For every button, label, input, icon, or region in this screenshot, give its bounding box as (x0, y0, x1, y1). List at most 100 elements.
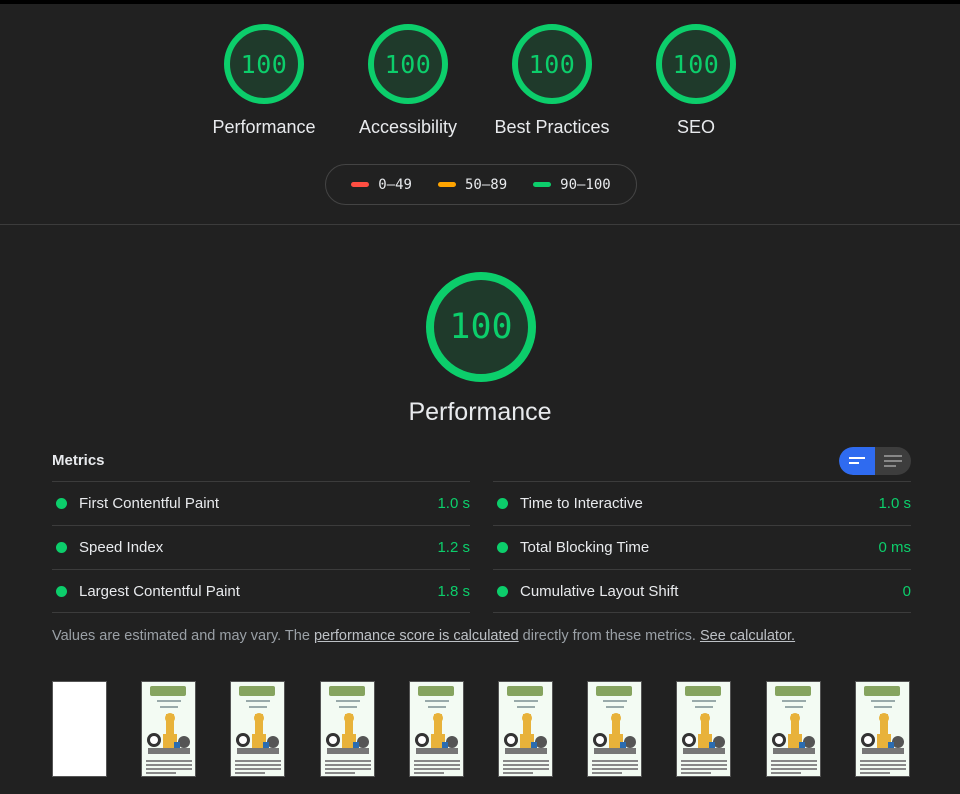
thumb-text (860, 764, 906, 766)
gauge-performance[interactable]: 100 Performance (192, 24, 336, 138)
see-calculator-link[interactable]: See calculator. (700, 628, 795, 644)
thumb-text (860, 772, 890, 774)
legend-swatch-orange (437, 182, 456, 187)
score-value: 100 (384, 49, 432, 79)
score-legend: 0–49 50–89 90–100 (325, 164, 637, 205)
filmstrip-frame (498, 681, 553, 777)
metric-tbt: Total Blocking Time 0 ms (493, 525, 911, 569)
thumb-text (235, 772, 265, 774)
thumb-text (503, 768, 549, 770)
collapsed-view-button[interactable] (839, 447, 875, 475)
thumb-logo (239, 686, 275, 696)
metrics-table: First Contentful Paint 1.0 s Time to Inte… (52, 481, 911, 613)
score-ring: 100 (368, 24, 448, 104)
thumb-logo (596, 686, 632, 696)
thumb-nav (603, 700, 627, 702)
page-thumbnail (767, 682, 820, 776)
thumb-text (325, 764, 371, 766)
thumb-nav (514, 700, 538, 702)
thumb-logo (418, 686, 454, 696)
thumb-nav (871, 700, 895, 702)
thumb-nav (246, 700, 270, 702)
metrics-note: Values are estimated and may vary. The p… (52, 628, 912, 644)
metric-name: Time to Interactive (520, 495, 643, 512)
page-thumbnail (321, 682, 374, 776)
gauge-best-practices[interactable]: 100 Best Practices (480, 24, 624, 138)
metric-name: Cumulative Layout Shift (520, 582, 679, 600)
thumb-text (771, 764, 817, 766)
thumb-illustration (236, 713, 279, 754)
thumb-subtitle (874, 706, 892, 708)
performance-score: 100 (449, 307, 513, 347)
metric-fcp: First Contentful Paint 1.0 s (52, 481, 470, 525)
category-gauges: 100 Performance 100 Accessibility 100 Be… (0, 24, 960, 138)
thumb-logo (150, 686, 186, 696)
thumb-nav (336, 700, 360, 702)
thumb-nav (692, 700, 716, 702)
thumb-subtitle (517, 706, 535, 708)
gauge-seo[interactable]: 100 SEO (624, 24, 768, 138)
thumb-nav (782, 700, 806, 702)
thumb-text (414, 772, 444, 774)
thumb-subtitle (785, 706, 803, 708)
thumb-subtitle (695, 706, 713, 708)
thumb-illustration (682, 713, 725, 754)
metric-value: 1.0 s (437, 495, 470, 512)
thumb-text (503, 764, 549, 766)
section-divider (0, 224, 960, 225)
thumb-text (503, 760, 549, 762)
score-calculated-link[interactable]: performance score is calculated (314, 628, 519, 644)
expanded-view-button[interactable] (875, 447, 911, 475)
thumb-text (146, 768, 192, 770)
filmstrip-frame (320, 681, 375, 777)
legend-pass: 90–100 (533, 177, 611, 193)
metric-value: 1.2 s (437, 539, 470, 556)
pass-dot-icon (56, 585, 67, 597)
thumb-text (592, 764, 638, 766)
filmstrip-frame (587, 681, 642, 777)
score-value: 100 (672, 49, 720, 79)
thumb-text (325, 772, 355, 774)
metric-si: Speed Index 1.2 s (52, 525, 470, 569)
top-edge (0, 0, 960, 4)
thumb-text (146, 760, 192, 762)
gauge-accessibility[interactable]: 100 Accessibility (336, 24, 480, 138)
pass-dot-icon (56, 542, 67, 553)
metric-name: First Contentful Paint (79, 495, 220, 512)
thumb-illustration (593, 713, 636, 754)
metric-lcp: Largest Contentful Paint 1.8 s (52, 569, 470, 613)
thumb-logo (775, 686, 811, 696)
page-thumbnail (588, 682, 641, 776)
thumb-text (681, 772, 711, 774)
pass-dot-icon (497, 498, 508, 509)
thumb-illustration (772, 713, 815, 754)
gauge-label: Accessibility (358, 117, 458, 137)
lines-short-icon (849, 457, 865, 464)
metric-name: Total Blocking Time (520, 539, 650, 556)
filmstrip-frame (676, 681, 731, 777)
metrics-view-toggle[interactable] (839, 447, 911, 475)
lines-long-icon (884, 455, 902, 467)
thumb-logo (685, 686, 721, 696)
score-ring: 100 (224, 24, 304, 104)
filmstrip-frame (766, 681, 821, 777)
thumb-text (146, 772, 176, 774)
thumb-nav (425, 700, 449, 702)
legend-range: 0–49 (378, 176, 412, 193)
page-thumbnail (142, 682, 195, 776)
legend-average: 50–89 (437, 176, 508, 193)
pass-dot-icon (56, 498, 67, 509)
thumb-text (681, 760, 727, 762)
thumb-text (771, 760, 817, 762)
gauge-label: SEO (676, 117, 715, 137)
thumb-text (592, 772, 622, 774)
legend-range: 50–89 (464, 176, 508, 193)
filmstrip-frame (52, 681, 107, 777)
metric-tti: Time to Interactive 1.0 s (493, 481, 911, 525)
gauge-label: Performance (212, 117, 316, 137)
legend-fail: 0–49 (351, 177, 412, 193)
thumb-subtitle (428, 706, 446, 708)
thumb-illustration (415, 713, 458, 754)
thumb-illustration (326, 713, 369, 754)
metric-value: 0 (902, 582, 911, 600)
